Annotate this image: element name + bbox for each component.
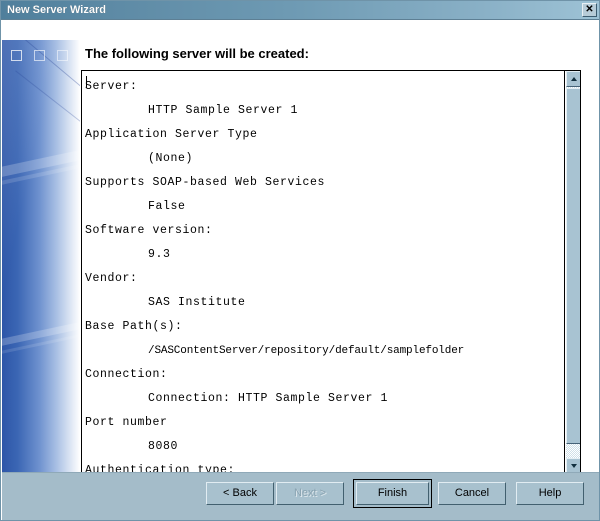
triangle-up-icon bbox=[571, 77, 577, 81]
page-title: The following server will be created: bbox=[85, 46, 309, 61]
banner-streak bbox=[2, 144, 80, 182]
summary-line: 9.3 bbox=[148, 248, 171, 261]
summary-line: HTTP Sample Server 1 bbox=[148, 104, 299, 117]
finish-button[interactable]: Finish bbox=[353, 479, 432, 508]
title-bar: New Server Wizard ✕ bbox=[1, 1, 599, 20]
dialog-body: The following server will be created: Se… bbox=[1, 20, 599, 490]
summary-text-content[interactable]: Server: HTTP Sample Server 1 Application S… bbox=[82, 71, 564, 474]
summary-line: Connection: bbox=[85, 368, 168, 381]
close-icon[interactable]: ✕ bbox=[582, 3, 597, 17]
summary-line: 8080 bbox=[148, 440, 179, 453]
banner-streak bbox=[2, 328, 80, 359]
summary-line: Connection: HTTP Sample Server 1 bbox=[148, 392, 389, 405]
wizard-banner bbox=[2, 40, 80, 490]
dialog-footer: < Back Next > Finish Cancel Help bbox=[2, 472, 599, 520]
help-button[interactable]: Help bbox=[516, 482, 584, 505]
square-outline-icon bbox=[57, 50, 68, 61]
banner-streak bbox=[2, 158, 80, 190]
finish-button-label: Finish bbox=[356, 482, 429, 505]
summary-line: Vendor: bbox=[85, 272, 138, 285]
square-outline-icon bbox=[34, 50, 45, 61]
summary-line: Supports SOAP-based Web Services bbox=[85, 176, 326, 189]
back-button[interactable]: < Back bbox=[206, 482, 274, 505]
text-caret bbox=[86, 76, 87, 88]
summary-line: Port number bbox=[85, 416, 168, 429]
banner-streak bbox=[2, 316, 80, 351]
window-title: New Server Wizard bbox=[7, 4, 106, 16]
summary-line: SAS Institute bbox=[148, 296, 246, 309]
summary-text-panel[interactable]: Server: HTTP Sample Server 1 Application S… bbox=[81, 70, 581, 475]
next-button: Next > bbox=[276, 482, 344, 505]
summary-line: /SASContentServer/repository/default/sam… bbox=[148, 345, 465, 357]
banner-icon-group bbox=[11, 50, 80, 64]
cancel-button[interactable]: Cancel bbox=[438, 482, 506, 505]
new-server-wizard-dialog: New Server Wizard ✕ The following server… bbox=[0, 0, 600, 521]
triangle-down-icon bbox=[571, 464, 577, 468]
summary-line: False bbox=[148, 200, 186, 213]
vertical-scrollbar[interactable] bbox=[564, 71, 580, 474]
summary-line: Application Server Type bbox=[85, 128, 258, 141]
scrollbar-thumb[interactable] bbox=[566, 88, 580, 444]
summary-line: Server: bbox=[85, 80, 138, 93]
summary-line: Base Path(s): bbox=[85, 320, 183, 333]
summary-line: (None) bbox=[148, 152, 194, 165]
summary-line: Software version: bbox=[85, 224, 213, 237]
square-outline-icon bbox=[11, 50, 22, 61]
scroll-up-button[interactable] bbox=[566, 71, 580, 87]
